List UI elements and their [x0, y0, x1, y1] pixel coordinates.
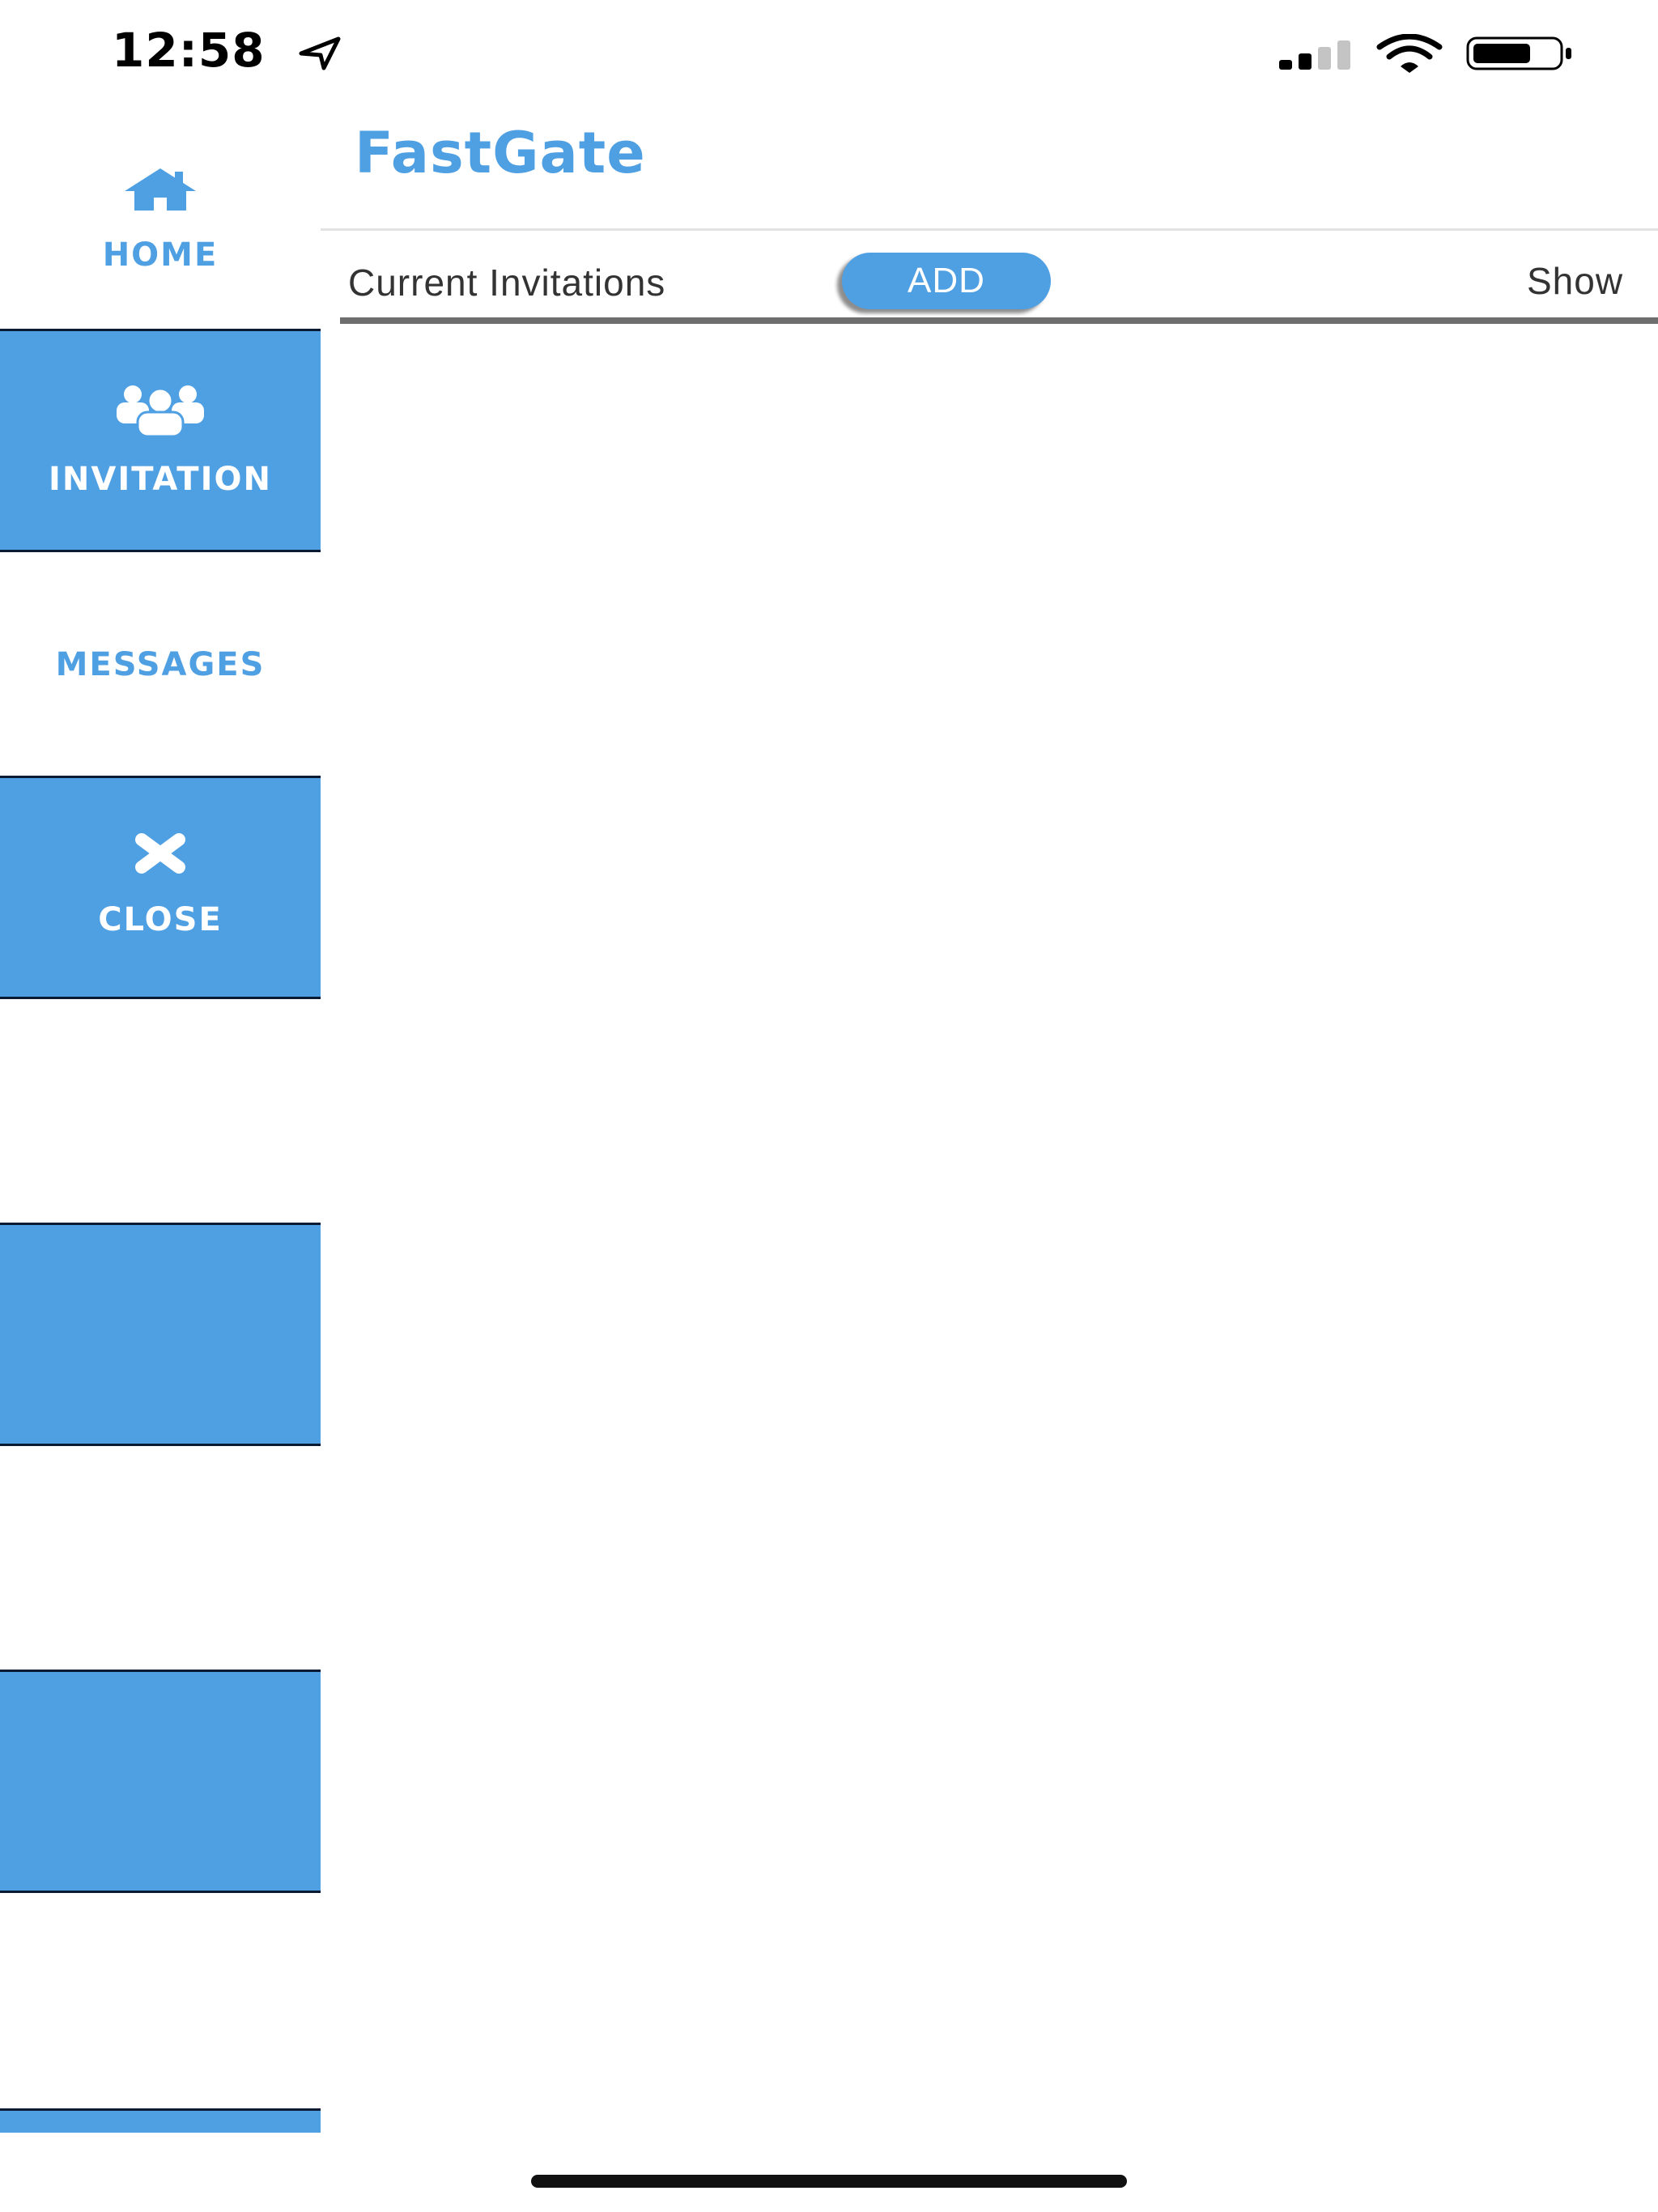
sidebar-item-invitation[interactable]: INVITATION: [0, 329, 321, 552]
add-invitation-button[interactable]: ADD: [842, 253, 1051, 309]
sidebar-item-label: CLOSE: [98, 901, 223, 938]
status-time: 12:58: [112, 23, 266, 78]
cellular-signal-icon: [1279, 40, 1350, 70]
invitations-list: [340, 324, 1658, 2154]
sidebar-item-messages[interactable]: MESSAGES: [0, 552, 321, 776]
sidebar-item-empty[interactable]: [0, 1670, 321, 1893]
sidebar-item-empty[interactable]: [0, 1446, 321, 1670]
wifi-icon: [1376, 34, 1443, 73]
sidebar-item-label: INVITATION: [49, 461, 272, 498]
sidebar-item-close[interactable]: CLOSE: [0, 776, 321, 999]
sidebar-item-empty[interactable]: [0, 999, 321, 1223]
header-divider: [321, 228, 1658, 231]
sidebar-item-home[interactable]: HOME: [0, 105, 321, 329]
sidebar-item-empty[interactable]: [0, 1893, 321, 2116]
home-icon: [125, 168, 196, 211]
home-indicator[interactable]: [531, 2175, 1127, 2188]
section-title: Current Invitations: [348, 262, 666, 304]
toolbar-divider: [340, 317, 1658, 324]
users-icon: [117, 385, 204, 438]
app-title: FastGate: [355, 120, 646, 186]
show-filter-button[interactable]: Show: [1527, 259, 1623, 303]
sidebar-item-empty[interactable]: [0, 2108, 321, 2133]
location-arrow-icon: [299, 36, 341, 70]
sidebar-item-empty[interactable]: [0, 1223, 321, 1446]
close-icon: [135, 833, 185, 874]
status-bar: 12:58: [0, 0, 1658, 105]
sidebar-item-label: MESSAGES: [55, 646, 266, 683]
sidebar-item-label: HOME: [102, 236, 219, 274]
battery-icon: [1466, 36, 1571, 70]
